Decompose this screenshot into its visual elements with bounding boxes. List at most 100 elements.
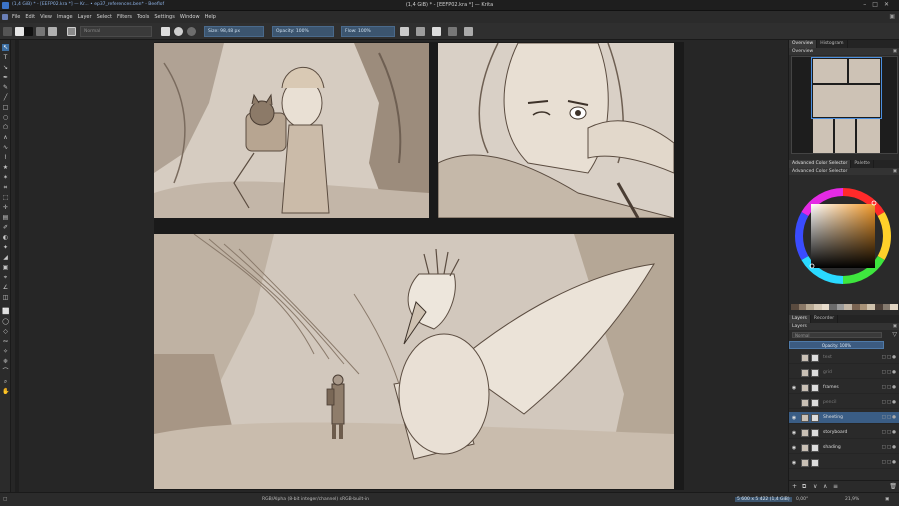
- tab-palette[interactable]: Palette: [851, 160, 874, 168]
- menu-layer[interactable]: Layer: [78, 14, 92, 20]
- color-history-palette[interactable]: [791, 304, 898, 310]
- palette-swatch[interactable]: [882, 304, 891, 310]
- layer-lock-alpha-icons[interactable]: □□●: [882, 445, 897, 450]
- layer-row[interactable]: pencil □□●: [789, 397, 899, 409]
- panel-girl-with-cat[interactable]: [154, 43, 429, 218]
- calligraphy-tool-icon[interactable]: ✒: [2, 74, 9, 81]
- layer-row[interactable]: grid □□●: [789, 367, 899, 379]
- assistant-tool-icon[interactable]: ⌖: [2, 274, 9, 281]
- visibility-eye-icon[interactable]: [791, 400, 797, 406]
- visibility-eye-icon[interactable]: ◉: [791, 445, 797, 451]
- layer-properties-icon[interactable]: ≡: [833, 483, 838, 490]
- menu-help[interactable]: Help: [205, 14, 216, 20]
- rotation-readout[interactable]: 0,00°: [796, 497, 808, 502]
- visibility-eye-icon[interactable]: ◉: [791, 415, 797, 421]
- polyline-tool-icon[interactable]: ∧: [2, 134, 9, 141]
- layer-row[interactable]: ◉ storyboard □□●: [789, 427, 899, 439]
- layer-row[interactable]: ◉ frames □□●: [789, 382, 899, 394]
- gradient-tool-icon[interactable]: ▤: [2, 214, 9, 221]
- palette-swatch[interactable]: [821, 304, 830, 310]
- bezier-select-tool-icon[interactable]: ⌒: [2, 368, 9, 375]
- layer-lock-alpha-icons[interactable]: □□●: [882, 430, 897, 435]
- add-layer-icon[interactable]: +: [792, 483, 797, 490]
- palette-swatch[interactable]: [867, 304, 876, 310]
- line-tool-icon[interactable]: ╱: [2, 94, 9, 101]
- palette-swatch[interactable]: [806, 304, 814, 310]
- menu-image[interactable]: Image: [57, 14, 73, 20]
- menu-select[interactable]: Select: [97, 14, 112, 20]
- palette-swatch[interactable]: [859, 304, 868, 310]
- palette-swatch[interactable]: [844, 304, 853, 310]
- layer-lock-alpha-icons[interactable]: □□●: [882, 370, 897, 375]
- panel-float-icon[interactable]: ▣: [893, 48, 897, 55]
- mirror-icon[interactable]: [416, 27, 425, 36]
- layer-row[interactable]: ◉ Sheeting □□●: [789, 412, 899, 424]
- layer-lock-alpha-icons[interactable]: □□●: [882, 400, 897, 405]
- bezier-tool-icon[interactable]: ∿: [2, 144, 9, 151]
- palette-swatch[interactable]: [852, 304, 860, 310]
- palette-swatch[interactable]: [890, 304, 898, 310]
- pattern-icon[interactable]: [48, 27, 57, 36]
- eraser-mode-icon[interactable]: [161, 27, 170, 36]
- layer-name[interactable]: storyboard: [823, 430, 847, 435]
- transform-tool-icon[interactable]: ⬚: [2, 194, 9, 201]
- color-wheel-selector[interactable]: [792, 187, 894, 285]
- layer-lock-alpha-icons[interactable]: □□●: [882, 385, 897, 390]
- delete-layer-icon[interactable]: 🗑: [889, 483, 897, 490]
- background-color-swatch[interactable]: [24, 27, 33, 36]
- smart-patch-tool-icon[interactable]: ✦: [2, 244, 9, 251]
- menu-window[interactable]: Window: [180, 14, 200, 20]
- filter-icon[interactable]: ▽: [892, 331, 897, 338]
- pan-tool-icon[interactable]: ✋: [2, 388, 9, 395]
- visibility-eye-icon[interactable]: [791, 355, 797, 361]
- foreground-color-swatch[interactable]: [15, 27, 24, 36]
- opacity-slider[interactable]: Opacity: 100%: [272, 26, 334, 37]
- palette-swatch[interactable]: [875, 304, 883, 310]
- dynamic-brush-tool-icon[interactable]: ★: [2, 164, 9, 171]
- layer-name[interactable]: text: [823, 355, 832, 360]
- palette-swatch[interactable]: [836, 304, 845, 310]
- menu-edit[interactable]: Edit: [25, 14, 35, 20]
- similar-select-tool-icon[interactable]: ❈: [2, 358, 9, 365]
- color-picker-tool-icon[interactable]: ✐: [2, 224, 9, 231]
- layer-lock-alpha-icons[interactable]: □□●: [882, 415, 897, 420]
- layer-row[interactable]: ◉ shading □□●: [789, 442, 899, 454]
- reference-images-tool-icon[interactable]: ◫: [2, 294, 9, 301]
- fill-tool-icon[interactable]: ◢: [2, 254, 9, 261]
- visibility-eye-icon[interactable]: ◉: [791, 460, 797, 466]
- layer-row[interactable]: text □□●: [789, 352, 899, 364]
- rectangle-tool-icon[interactable]: □: [2, 104, 9, 111]
- save-icon[interactable]: [400, 27, 409, 36]
- move-tool-icon[interactable]: ✛: [2, 204, 9, 211]
- panel-giant-bird[interactable]: [154, 234, 674, 489]
- layer-blend-mode-select[interactable]: Normal: [792, 332, 882, 338]
- canvas-area[interactable]: [11, 40, 788, 492]
- freehand-path-tool-icon[interactable]: ⌇: [2, 154, 9, 161]
- statusbar-brush-icon[interactable]: □: [3, 497, 7, 502]
- menu-tools[interactable]: Tools: [137, 14, 149, 20]
- contiguous-select-tool-icon[interactable]: ✧: [2, 348, 9, 355]
- panel-float-icon[interactable]: ▣: [893, 323, 897, 330]
- move-layer-down-icon[interactable]: ∨: [813, 483, 817, 490]
- panel-winking-girl[interactable]: [438, 43, 674, 218]
- rect-select-tool-icon[interactable]: ⬜: [2, 308, 9, 315]
- preserve-alpha-icon[interactable]: [174, 27, 183, 36]
- menu-restore-icon[interactable]: ▣: [889, 13, 895, 20]
- gradient-icon[interactable]: [36, 27, 45, 36]
- polygon-select-tool-icon[interactable]: ◇: [2, 328, 9, 335]
- tab-advanced-color-selector[interactable]: Advanced Color Selector: [789, 160, 852, 168]
- duplicate-layer-icon[interactable]: ⧉: [802, 483, 806, 491]
- panel-float-icon[interactable]: ▣: [893, 168, 897, 175]
- layer-lock-alpha-icons[interactable]: □□●: [882, 355, 897, 360]
- layer-name[interactable]: grid: [823, 370, 832, 375]
- layer-row[interactable]: ◉ □□●: [789, 457, 899, 469]
- measure-tool-icon[interactable]: ∠: [2, 284, 9, 291]
- tab-recorder[interactable]: Recorder: [811, 315, 839, 323]
- enclose-fill-tool-icon[interactable]: ▣: [2, 264, 9, 271]
- tab-layers[interactable]: Layers: [789, 315, 811, 323]
- layer-lock-alpha-icons[interactable]: □□●: [882, 460, 897, 465]
- move-layer-up-icon[interactable]: ∧: [823, 483, 827, 490]
- layer-name[interactable]: shading: [823, 445, 841, 450]
- menu-file[interactable]: File: [12, 14, 20, 20]
- visibility-eye-icon[interactable]: ◉: [791, 430, 797, 436]
